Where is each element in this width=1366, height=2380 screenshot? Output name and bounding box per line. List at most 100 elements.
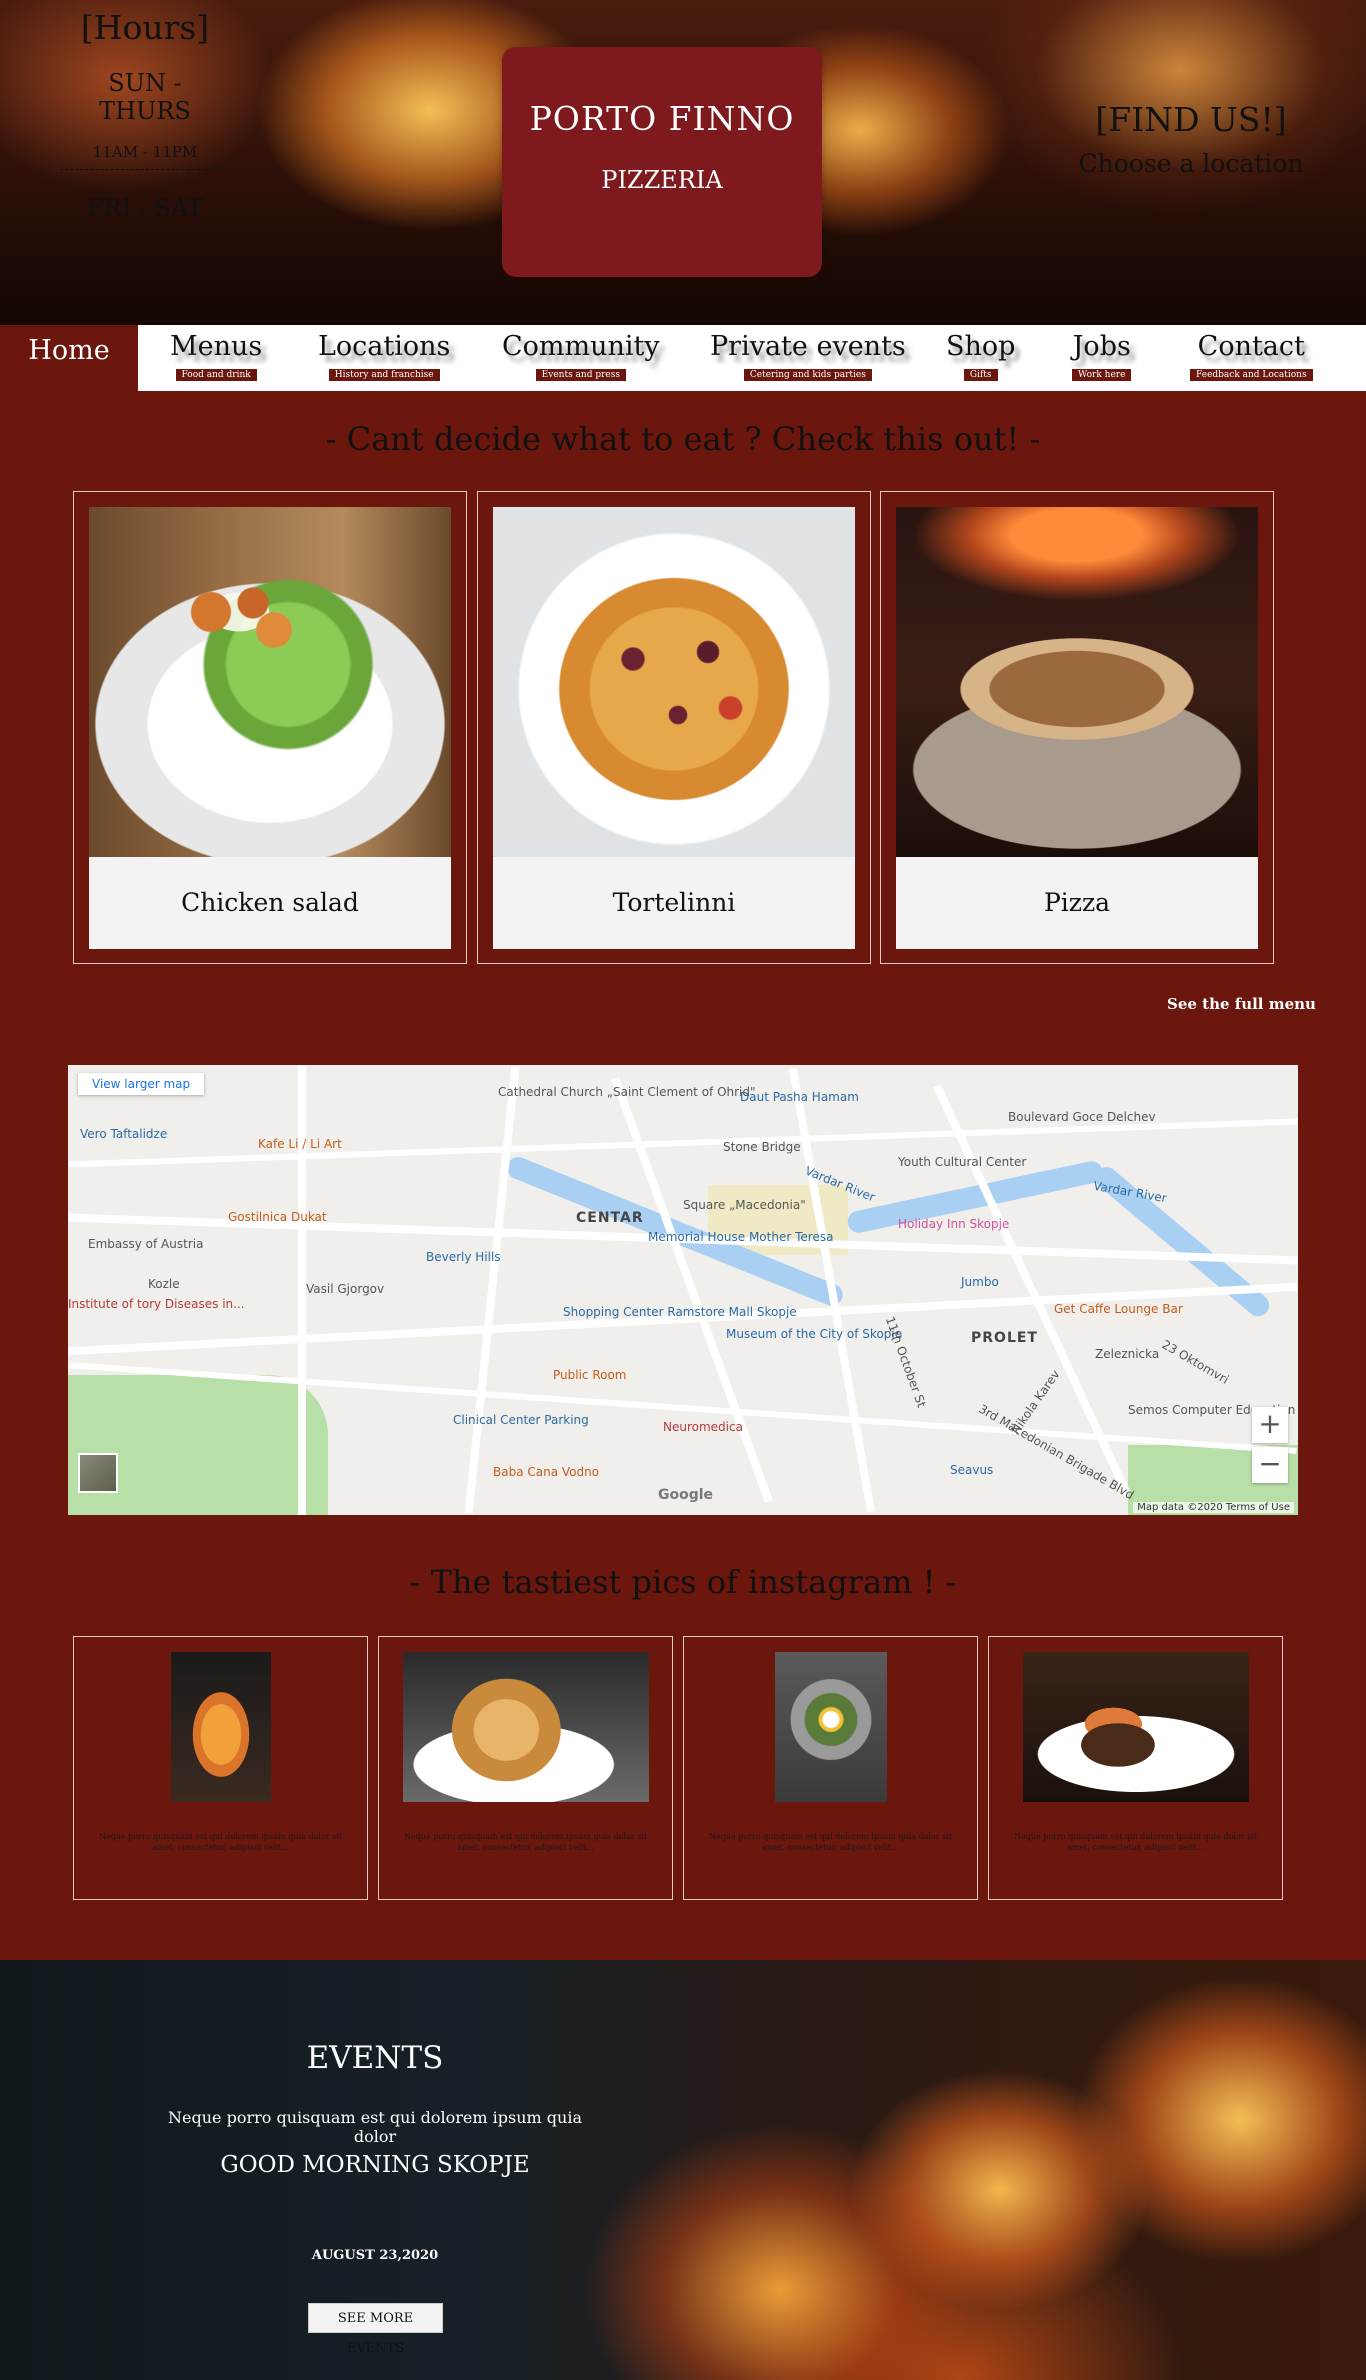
steak-image — [1023, 1652, 1249, 1802]
map-label: Cathedral Church „Saint Clement of Ohrid… — [498, 1085, 756, 1099]
map-label: PROLET — [971, 1330, 1038, 1346]
main-navigation: Home Menus Food and drink Locations Hist… — [0, 325, 1366, 391]
find-us-block: [FIND US!] Choose a location — [1076, 100, 1306, 178]
view-larger-map-link[interactable]: View larger map — [78, 1073, 205, 1095]
map-label: Institute of tory Diseases in... — [68, 1297, 245, 1311]
map-label: Baba Cana Vodno — [493, 1465, 600, 1479]
nav-private-events-label: Private events — [710, 331, 906, 362]
nav-menus-label: Menus — [170, 331, 263, 362]
cocktail-image — [171, 1652, 271, 1802]
nav-locations-sub: History and franchise — [328, 369, 440, 381]
instagram-post[interactable]: Neque porro quisquam est qui dolorem ips… — [378, 1636, 673, 1900]
map-label: 11th October St — [882, 1314, 929, 1410]
nav-private-events-sub: Cetering and kids parties — [743, 369, 872, 381]
logo-subtitle: PIZZERIA — [601, 166, 723, 194]
nav-jobs[interactable]: Jobs Work here — [1072, 331, 1132, 381]
menu-card-label: Chicken salad — [89, 857, 451, 949]
map-label: Beverly Hills — [426, 1250, 501, 1264]
map-label: Neuromedica — [663, 1420, 743, 1434]
map-label: Museum of the City of Skopje — [726, 1327, 903, 1341]
nav-jobs-label: Jobs — [1072, 331, 1131, 362]
map-label: 23 Oktomvri — [1159, 1337, 1232, 1387]
nav-shop-sub: Gifts — [963, 369, 998, 381]
nav-community[interactable]: Community Events and press — [502, 331, 660, 381]
map-footer[interactable]: Map data ©2020 Terms of Use — [1133, 1502, 1294, 1513]
dish-image — [775, 1652, 887, 1802]
map-label: Kafe Li / Li Art — [258, 1137, 342, 1151]
instagram-post-text: Neque porro quisquam est qui dolorem ips… — [708, 1832, 953, 1852]
event-date: AUGUST 23,2020 — [311, 2248, 439, 2263]
instagram-post[interactable]: Neque porro quisquam est qui dolorem ips… — [73, 1636, 368, 1900]
map-label: Clinical Center Parking — [453, 1413, 589, 1427]
map-label: Square „Macedonia" — [683, 1198, 806, 1212]
nav-menus[interactable]: Menus Food and drink — [170, 331, 262, 381]
instagram-post[interactable]: Neque porro quisquam est qui dolorem ips… — [988, 1636, 1283, 1900]
zoom-out-button[interactable]: − — [1252, 1447, 1288, 1483]
map-label: Memorial House Mother Teresa — [648, 1230, 834, 1244]
nav-jobs-sub: Work here — [1072, 369, 1132, 381]
hours-days-weekday: SUN - THURS — [99, 69, 191, 125]
nav-community-sub: Events and press — [535, 369, 626, 381]
map-label: Daut Pasha Hamam — [740, 1090, 859, 1104]
instagram-post[interactable]: Neque porro quisquam est qui dolorem ips… — [683, 1636, 978, 1900]
nav-contact-label: Contact — [1197, 331, 1305, 362]
hours-title: [Hours] — [80, 8, 210, 47]
location-map[interactable]: View larger map Cathedral Church „Saint … — [68, 1065, 1298, 1515]
map-label: Public Room — [553, 1368, 627, 1382]
menu-card-label: Pizza — [896, 857, 1258, 949]
map-label: Youth Cultural Center — [898, 1155, 1027, 1169]
hours-days-weekend: FRI - SAT — [86, 194, 204, 222]
nav-contact[interactable]: Contact Feedback and Locations — [1190, 331, 1313, 381]
map-label: Holiday Inn Skopje — [898, 1217, 1010, 1231]
map-label: Boulevard Goce Delchev — [1008, 1110, 1156, 1124]
map-label: Vasil Gjorgov — [306, 1282, 385, 1296]
logo[interactable]: PORTO FINNO PIZZERIA — [502, 47, 822, 277]
see-full-menu-link[interactable]: See the full menu — [1167, 995, 1316, 1013]
map-label: Shopping Center Ramstore Mall Skopje — [563, 1305, 797, 1319]
map-label: Kozle — [148, 1277, 180, 1291]
events-section: EVENTS Neque porro quisquam est qui dolo… — [0, 1960, 1366, 2380]
map-label: Embassy of Austria — [88, 1237, 204, 1251]
map-label: Zeleznicka — [1095, 1347, 1160, 1361]
hero-banner: [Hours] SUN - THURS 11AM - 11PM FRI - SA… — [0, 0, 1366, 325]
map-label: Stone Bridge — [723, 1140, 801, 1154]
see-more-events-button[interactable]: SEE MORE EVENTS — [308, 2303, 443, 2356]
map-road — [68, 1118, 1298, 1168]
events-title: EVENTS — [306, 2040, 444, 2076]
menu-section-title: - Cant decide what to eat ? Check this o… — [325, 420, 1041, 458]
choose-location-link[interactable]: Choose a location — [1076, 149, 1306, 178]
map-label: Gostilnica Dukat — [228, 1210, 327, 1224]
nav-community-label: Community — [502, 331, 660, 362]
logo-name: PORTO FINNO — [529, 99, 795, 138]
map-road — [68, 1282, 1298, 1356]
zoom-in-button[interactable]: + — [1252, 1407, 1288, 1443]
menu-card-label: Tortelinni — [493, 857, 855, 949]
map-road — [464, 1065, 520, 1515]
instagram-post-text: Neque porro quisquam est qui dolorem ips… — [1013, 1832, 1258, 1852]
instagram-post-text: Neque porro quisquam est qui dolorem ips… — [98, 1832, 343, 1852]
instagram-post-text: Neque porro quisquam est qui dolorem ips… — [403, 1832, 648, 1852]
nav-menus-sub: Food and drink — [175, 369, 257, 381]
nav-locations[interactable]: Locations History and franchise — [318, 331, 450, 381]
map-satellite-toggle[interactable] — [78, 1453, 118, 1493]
hours-block: [Hours] SUN - THURS 11AM - 11PM FRI - SA… — [60, 8, 230, 222]
map-label: Get Caffe Lounge Bar — [1054, 1302, 1183, 1316]
hours-time: 11AM - 11PM — [60, 143, 230, 170]
nav-home[interactable]: Home — [0, 325, 138, 391]
google-logo: Google — [658, 1487, 714, 1503]
events-description: Neque porro quisquam est qui dolorem ips… — [168, 2108, 582, 2146]
nav-private-events[interactable]: Private events Cetering and kids parties — [710, 331, 906, 381]
pancakes-image — [403, 1652, 649, 1802]
nav-shop-label: Shop — [946, 331, 1016, 362]
pizza-image — [896, 507, 1258, 857]
menu-card-tortelinni[interactable]: Tortelinni — [477, 491, 871, 964]
map-label: CENTAR — [576, 1210, 644, 1226]
menu-card-pizza[interactable]: Pizza — [880, 491, 1274, 964]
map-road — [298, 1065, 306, 1515]
menu-card-chicken-salad[interactable]: Chicken salad — [73, 491, 467, 964]
event-name: GOOD MORNING SKOPJE — [220, 2152, 530, 2178]
nav-contact-sub: Feedback and Locations — [1190, 369, 1313, 381]
find-us-title: [FIND US!] — [1095, 100, 1287, 139]
nav-locations-label: Locations — [318, 331, 451, 362]
nav-shop[interactable]: Shop Gifts — [946, 331, 1015, 381]
